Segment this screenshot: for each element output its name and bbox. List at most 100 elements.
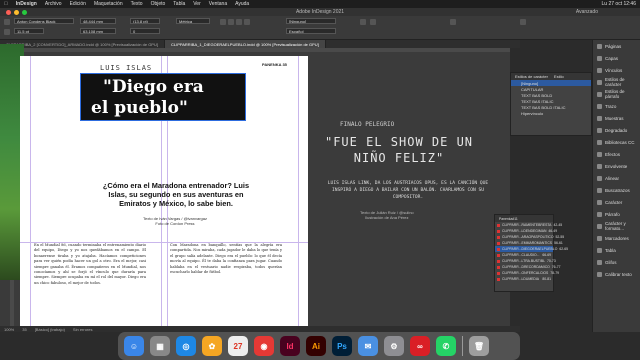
page-navigator[interactable]: 35: [22, 327, 26, 332]
menu-maquetacion[interactable]: Maquetación: [94, 1, 123, 7]
tab-document-2[interactable]: CLIPPARRIBA_1_DIEGOERAELPUEBLO.indd @ 10…: [164, 40, 326, 48]
numbered-list-icon[interactable]: [370, 19, 376, 25]
whatsapp-icon[interactable]: ✆: [436, 336, 456, 356]
pasteboard-intro[interactable]: LUIS ISLAS LINK, DA LOS AUSTRIACOS OPUS,…: [320, 180, 496, 201]
panel-gradient[interactable]: Degradado: [593, 124, 640, 136]
paragraph-mode-icon[interactable]: [4, 29, 10, 35]
panel-pages[interactable]: Páginas: [593, 40, 640, 52]
doc-name: CLIPPARR...CLAUDIO...: [502, 253, 540, 257]
tab-character-styles[interactable]: Estilos de carácter: [515, 74, 548, 79]
justify-icon[interactable]: [244, 19, 250, 25]
panel-stroke[interactable]: Trazo: [593, 100, 640, 112]
tab-style[interactable]: Estilo: [554, 74, 564, 79]
panel-pathfinder[interactable]: Buscatrazos: [593, 184, 640, 196]
settings-icon[interactable]: ⚙: [384, 336, 404, 356]
workspace-switcher[interactable]: Avanzado: [576, 9, 598, 15]
tracking-field[interactable]: 0: [130, 28, 160, 34]
menu-ventana[interactable]: Ventana: [209, 1, 227, 7]
pasteboard-label[interactable]: FINALO PELEGRIO: [340, 121, 394, 128]
zoom-level[interactable]: 100%: [4, 327, 14, 332]
glyphs-icon: [597, 259, 602, 265]
doc-name: CLIPPARR...LDENDEGIMAN: [502, 229, 547, 233]
panel-layers[interactable]: Capas: [593, 52, 640, 64]
menu-texto[interactable]: Texto: [131, 1, 143, 7]
book-document-row[interactable]: CLIPPARR...LDUMEDIA 80-81: [495, 276, 553, 282]
pasteboard-credit[interactable]: Texto de Julián Ruiz / @sulino Ilustraci…: [360, 210, 414, 220]
panel-wrap[interactable]: Envolvente: [593, 160, 640, 172]
tab-document-1[interactable]: CLEPARRIBA_2 [CONVERTIDO]_ARMADO.indd @ …: [0, 40, 165, 48]
character-mode-icon[interactable]: [4, 19, 10, 25]
headline-line-1: "Diego era: [103, 77, 204, 97]
hamburger-menu-icon[interactable]: [520, 19, 526, 25]
book-panel-title[interactable]: Panenka#11: [495, 215, 553, 222]
menu-ver[interactable]: Ver: [193, 1, 201, 7]
panel-text-wrap[interactable]: Calibrar texto: [593, 268, 640, 280]
base-style-status[interactable]: [Básico] (trabajo): [35, 327, 65, 332]
apple-icon[interactable]: : [4, 1, 8, 7]
doc-color-icon: [497, 241, 500, 245]
panel-align[interactable]: Alinear: [593, 172, 640, 184]
doc-pages: 62-65: [559, 247, 569, 251]
body-column-2[interactable]: Con Maradona en banquillo, sentías que l…: [170, 243, 282, 325]
credits-text[interactable]: Texto de Iván Vargas / @ivanvargaz Foto …: [120, 216, 230, 226]
kerning-field[interactable]: Métrica: [176, 18, 210, 24]
panel-charformat[interactable]: Carácter y formato...: [593, 220, 640, 232]
menu-edicion[interactable]: Edición: [70, 1, 86, 7]
finder-icon[interactable]: ☺: [124, 336, 144, 356]
font-size-field[interactable]: 11,5 pt: [14, 28, 44, 34]
trash-icon[interactable]: 🗑: [469, 336, 489, 356]
panel-swatches[interactable]: Muestras: [593, 112, 640, 124]
preflight-status[interactable]: Sin errores: [73, 327, 93, 332]
doc-color-icon: [497, 259, 500, 263]
pages-icon: [597, 43, 602, 49]
chrome-icon[interactable]: ◉: [254, 336, 274, 356]
indesign-icon[interactable]: Id: [280, 336, 300, 356]
x-position-field[interactable]: 48,444 mm: [80, 18, 116, 24]
font-family-field[interactable]: Anton Condens Black: [14, 18, 74, 24]
panel-para-styles[interactable]: Estilos de párrafo: [593, 88, 640, 100]
doc-color-icon: [497, 265, 500, 269]
panel-effects[interactable]: Efectos: [593, 148, 640, 160]
clock[interactable]: Lu 27 oct 12:46: [602, 1, 636, 7]
section-label[interactable]: LUIS ISLAS: [100, 64, 152, 72]
align-right-icon[interactable]: [236, 19, 242, 25]
char-style-field[interactable]: [Ninguno]: [286, 18, 336, 24]
y-position-field[interactable]: 63,108 mm: [80, 28, 116, 34]
photoshop-icon[interactable]: Ps: [332, 336, 352, 356]
columns-icon[interactable]: [450, 19, 456, 25]
leading-field[interactable]: (13,8 pt): [130, 18, 160, 24]
panel-table[interactable]: Tabla: [593, 244, 640, 256]
page-folio[interactable]: PANENKA 35: [262, 62, 287, 67]
body-column-1[interactable]: En el Mundial 86, cuando terminaba el en…: [34, 243, 146, 325]
pasteboard-quote[interactable]: "FUE EL SHOW DE UN NIÑO FELIZ": [306, 134, 492, 166]
menu-ayuda[interactable]: Ayuda: [235, 1, 249, 7]
creative-cloud-icon[interactable]: ∞: [410, 336, 430, 356]
panel-char-styles[interactable]: Estilos de carácter: [593, 76, 640, 88]
panel-links[interactable]: Vínculos: [593, 64, 640, 76]
language-field[interactable]: Español: [286, 28, 336, 34]
horizontal-ruler[interactable]: [10, 48, 510, 52]
menu-tabla[interactable]: Tabla: [173, 1, 185, 7]
panel-paragraph[interactable]: Párrafo: [593, 208, 640, 220]
doc-name: CLIPPARR...LDUMEDIA: [502, 277, 540, 281]
calendar-icon[interactable]: 27: [228, 336, 248, 356]
panel-cc-libraries[interactable]: Bibliotecas CC: [593, 136, 640, 148]
menu-objeto[interactable]: Objeto: [151, 1, 166, 7]
panel-character[interactable]: Carácter: [593, 196, 640, 208]
align-left-icon[interactable]: [220, 19, 226, 25]
charformat-icon: [597, 223, 602, 229]
panel-glyphs[interactable]: Glifos: [593, 256, 640, 268]
char-style-item[interactable]: Hipervínculo: [511, 110, 591, 116]
photos-icon[interactable]: ✿: [202, 336, 222, 356]
panel-bookmarks[interactable]: Marcadores: [593, 232, 640, 244]
subhead-text[interactable]: ¿Cómo era el Maradona entrenador? Luis I…: [96, 181, 256, 208]
launchpad-icon[interactable]: ▦: [150, 336, 170, 356]
safari-icon[interactable]: ◎: [176, 336, 196, 356]
menu-archivo[interactable]: Archivo: [45, 1, 62, 7]
illustrator-icon[interactable]: Ai: [306, 336, 326, 356]
app-menu-name[interactable]: InDesign: [16, 1, 37, 7]
align-center-icon[interactable]: [228, 19, 234, 25]
mail-icon[interactable]: ✉: [358, 336, 378, 356]
headline-frame[interactable]: "Diego era el pueblo": [80, 73, 246, 121]
bullet-list-icon[interactable]: [360, 19, 366, 25]
